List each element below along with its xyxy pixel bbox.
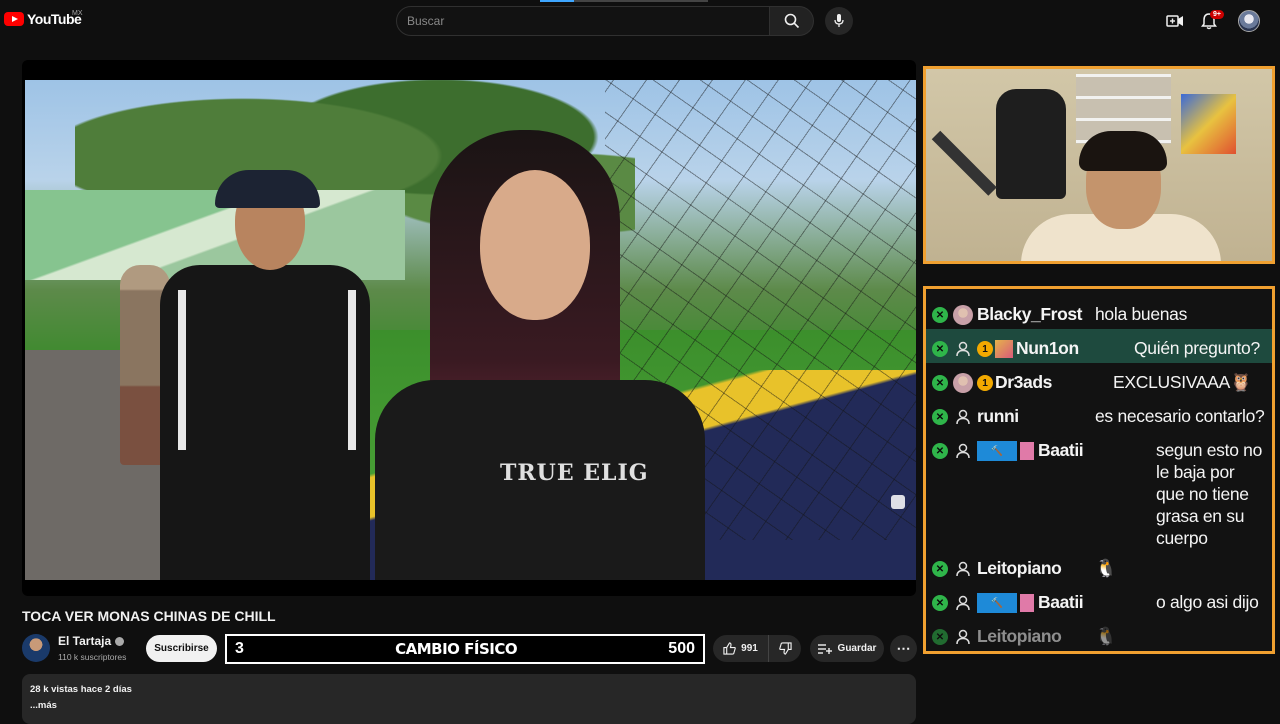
chat-username: Leitopiano <box>977 626 1062 646</box>
chat-username: Baatii <box>1038 440 1084 460</box>
moderator-badge-icon: ✕ <box>932 307 948 323</box>
create-video-icon[interactable] <box>1166 12 1184 30</box>
chat-message-text: 🐧 <box>1095 558 1117 578</box>
top-bar: YouTube MX 9+ <box>0 0 1280 44</box>
channel-name-text: El Tartaja <box>58 634 112 648</box>
subscribe-button[interactable]: Suscribirse <box>146 635 217 662</box>
user-icon <box>953 593 973 613</box>
chat-message: ✕ runni es necesario contarlo? <box>926 397 1272 431</box>
verified-icon <box>115 637 125 647</box>
thumbs-down-icon <box>778 642 792 655</box>
subscriber-badge-icon: 1 <box>977 341 993 357</box>
chat-message: ✕ Leitopiano 🐧 <box>926 549 1272 583</box>
user-icon <box>953 407 973 427</box>
goal-label: CAMBIO FÍSICO <box>395 640 518 658</box>
description-box[interactable]: 28 k vistas hace 2 días ...más <box>22 674 916 724</box>
video-frame[interactable]: TRUE ELIG <box>25 80 916 580</box>
voice-search-button[interactable] <box>825 7 853 35</box>
lock-icon <box>891 495 905 509</box>
chat-username: runni <box>977 406 1019 426</box>
chat-username: Nun1on <box>1016 338 1079 358</box>
video-player[interactable]: TRUE ELIG <box>22 60 916 596</box>
search-button[interactable] <box>770 6 814 36</box>
account-avatar[interactable] <box>1238 10 1260 32</box>
save-label: Guardar <box>837 643 877 654</box>
chat-username: Blacky_Frost <box>977 304 1083 324</box>
like-count: 991 <box>741 643 758 654</box>
user-icon <box>953 339 973 359</box>
video-stats: 28 k vistas hace 2 días <box>30 684 132 695</box>
scene-man-with-cap <box>160 170 370 580</box>
moderator-badge-icon: ✕ <box>932 629 948 645</box>
moderator-badge-icon: ✕ <box>932 561 948 577</box>
streamer-webcam <box>923 66 1275 264</box>
subscriber-count: 110 k suscriptores <box>58 652 127 662</box>
goal-left-value: 3 <box>235 640 244 657</box>
chat-message-text: segun esto no le baja por que no tiene g… <box>1156 440 1263 548</box>
cam-jersey <box>996 89 1066 199</box>
loading-progress-bar <box>540 0 708 2</box>
loading-progress-fill <box>540 0 574 2</box>
chat-message-text: 🐧 <box>1095 626 1117 646</box>
emote-badge-icon <box>995 340 1013 358</box>
notification-count-badge: 9+ <box>1210 10 1224 19</box>
moderator-badge-icon: ✕ <box>932 375 948 391</box>
more-actions-button[interactable]: ⋯ <box>890 635 917 662</box>
moderator-badge-icon: ✕ <box>932 443 948 459</box>
bits-badge-icon: 🔨 <box>977 441 1017 461</box>
channel-name[interactable]: El Tartaja <box>58 634 125 648</box>
chat-message: ✕ 1 Nun1on Quién pregunto? <box>926 329 1272 363</box>
description-more-link[interactable]: ...más <box>30 700 908 711</box>
channel-avatar[interactable] <box>22 634 50 662</box>
goal-right-value: 500 <box>668 640 695 657</box>
cam-streamer-hair <box>1079 131 1167 171</box>
chat-message: ✕ Leitopiano 🐧 <box>926 617 1272 651</box>
youtube-play-icon <box>4 12 24 26</box>
user-avatar-icon <box>953 373 973 393</box>
like-dislike-group: 991 <box>713 635 801 662</box>
chat-overlay: ✕ Blacky_Frost hola buenas ✕ 1 Nun1on Quién pr… <box>923 286 1275 654</box>
chat-username: Baatii <box>1038 592 1084 612</box>
gift-badge-icon <box>1020 594 1034 612</box>
shirt-print-text: TRUE ELIG <box>500 460 649 486</box>
dislike-button[interactable] <box>769 635 801 662</box>
search-input[interactable] <box>396 6 770 36</box>
chat-message: ✕ 1 Dr3ads EXCLUSIVAAA🦉 <box>926 363 1272 397</box>
save-button[interactable]: Guardar <box>810 635 884 662</box>
scene-woman-smiling: TRUE ELIG <box>375 130 705 580</box>
youtube-logo[interactable]: YouTube MX <box>4 10 83 27</box>
search-icon <box>784 13 799 29</box>
subscriber-badge-icon: 1 <box>977 375 993 391</box>
country-code: MX <box>72 10 83 17</box>
goal-bar-overlay: 3 CAMBIO FÍSICO 500 <box>225 634 705 664</box>
chat-username: Dr3ads <box>995 372 1052 392</box>
more-dots-icon: ⋯ <box>896 640 911 656</box>
chat-message: ✕ Blacky_Frost hola buenas <box>926 295 1272 329</box>
chat-message: ✕ 🔨 Baatii segun esto no le baja por que no… <box>926 431 1272 549</box>
user-avatar-icon <box>953 305 973 325</box>
microphone-icon <box>834 14 844 27</box>
moderator-badge-icon: ✕ <box>932 409 948 425</box>
chat-message-text: es necesario contarlo? <box>1095 406 1265 426</box>
gift-badge-icon <box>1020 442 1034 460</box>
user-icon <box>953 627 973 647</box>
moderator-badge-icon: ✕ <box>932 341 948 357</box>
cam-poster <box>1181 94 1236 154</box>
like-button[interactable]: 991 <box>713 635 769 662</box>
chat-message-text: hola buenas <box>1095 304 1188 324</box>
chat-message-text: EXCLUSIVAAA🦉 <box>1113 372 1252 392</box>
chat-message-text: o algo asi dijo <box>1156 592 1259 612</box>
user-icon <box>953 441 973 461</box>
video-title: TOCA VER MONAS CHINAS DE CHILL <box>22 608 276 624</box>
bits-badge-icon: 🔨 <box>977 593 1017 613</box>
user-icon <box>953 559 973 579</box>
chat-username: Leitopiano <box>977 558 1062 578</box>
chat-message: ✕ 🔨 Baatii o algo asi dijo <box>926 583 1272 617</box>
playlist-add-icon <box>817 643 832 654</box>
chat-message-text: Quién pregunto? <box>1134 338 1260 358</box>
thumbs-up-icon <box>723 642 736 655</box>
cam-mic-arm <box>931 130 997 196</box>
moderator-badge-icon: ✕ <box>932 595 948 611</box>
